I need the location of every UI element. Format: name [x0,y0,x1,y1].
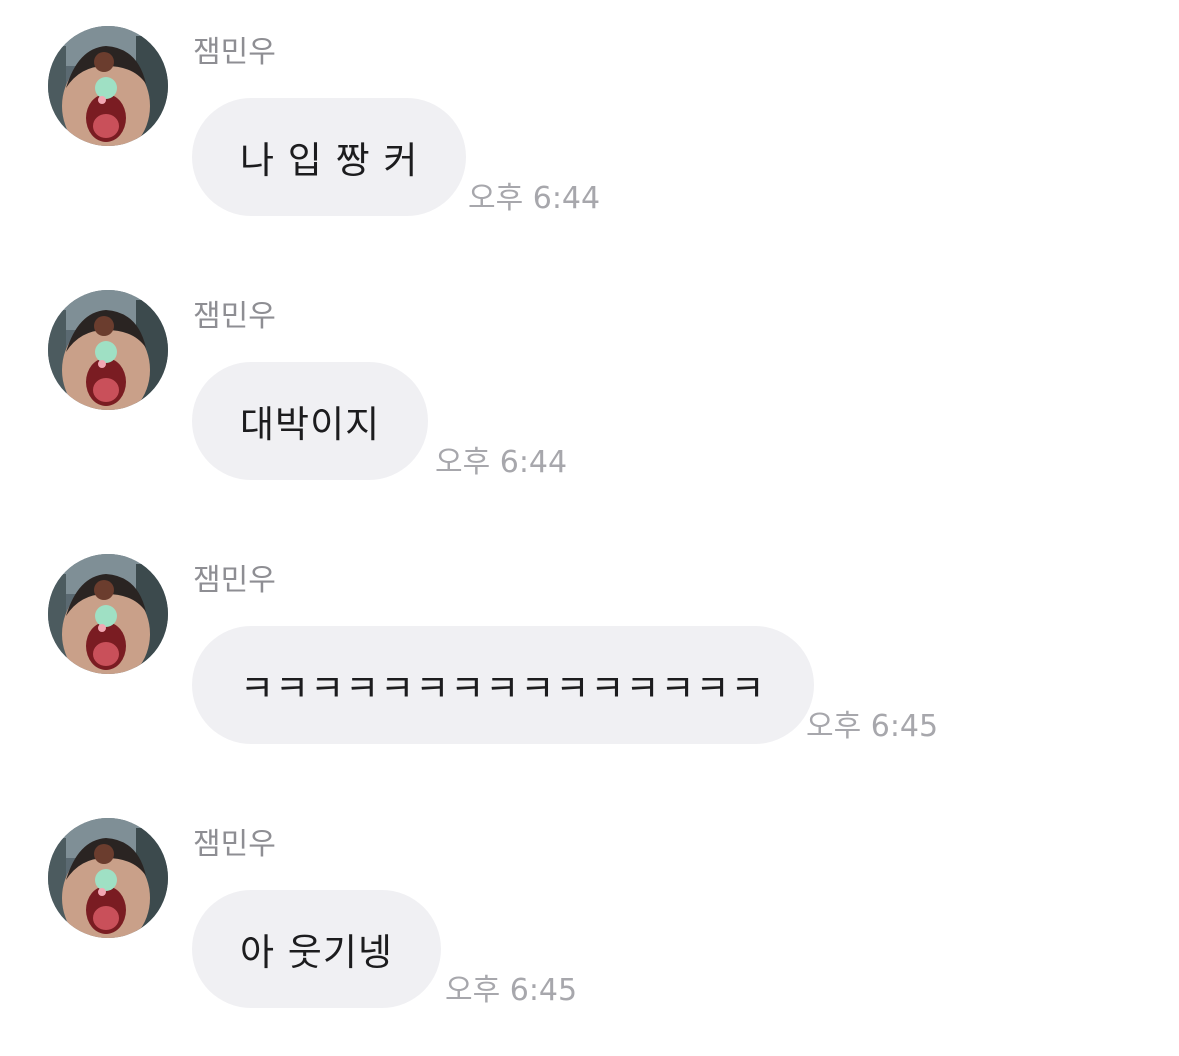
message-text: 나 입 짱 커 [240,139,419,182]
sender-avatar[interactable] [48,26,168,146]
avatar-photo-icon [48,818,168,938]
message-text: 대박이지 [240,403,381,446]
avatar-photo-icon [48,26,168,146]
message-row: 잼민우 ㅋㅋㅋㅋㅋㅋㅋㅋㅋㅋㅋㅋㅋㅋㅋ 오후 6:45 [0,528,1179,748]
sender-name: 잼민우 [193,299,276,334]
avatar-photo-icon [48,290,168,410]
message-bubble[interactable]: 대박이지 [192,362,429,480]
sender-name: 잼민우 [193,827,276,862]
message-row: 잼민우 대박이지 오후 6:44 [0,264,1179,484]
sender-avatar[interactable] [48,818,168,938]
sender-avatar[interactable] [48,290,168,410]
message-timestamp: 오후 6:45 [445,973,578,1008]
sender-avatar[interactable] [48,554,168,674]
message-bubble[interactable]: 나 입 짱 커 [192,98,467,216]
message-timestamp: 오후 6:44 [435,445,568,480]
message-timestamp: 오후 6:44 [468,181,601,216]
message-bubble[interactable]: ㅋㅋㅋㅋㅋㅋㅋㅋㅋㅋㅋㅋㅋㅋㅋ [192,626,814,744]
message-row: 잼민우 아 웃기넹 오후 6:45 [0,792,1179,1012]
avatar-photo-icon [48,554,168,674]
message-text: ㅋㅋㅋㅋㅋㅋㅋㅋㅋㅋㅋㅋㅋㅋㅋ [240,667,766,710]
chat-message-list: 잼민우 나 입 짱 커 오후 6:44 잼민우 대박이지 오후 6:44 잼민우… [0,0,1179,1056]
message-bubble[interactable]: 아 웃기넹 [192,890,441,1008]
message-text: 아 웃기넹 [240,931,393,974]
message-row: 잼민우 나 입 짱 커 오후 6:44 [0,0,1179,220]
sender-name: 잼민우 [193,563,276,598]
sender-name: 잼민우 [193,35,276,70]
message-timestamp: 오후 6:45 [806,709,939,744]
